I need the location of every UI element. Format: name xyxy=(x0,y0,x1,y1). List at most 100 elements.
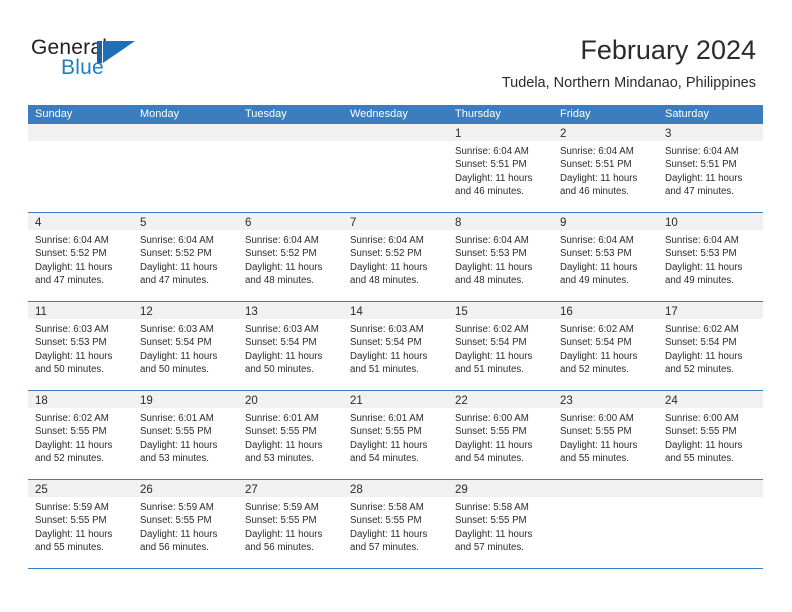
calendar-day-cell[interactable]: 12 Sunrise: 6:03 AM Sunset: 5:54 PM Dayligh… xyxy=(133,302,238,390)
sunrise-text: Sunrise: 6:03 AM xyxy=(35,324,109,335)
calendar-day-cell-empty xyxy=(343,124,448,212)
day-detail-body: Sunrise: 5:59 AM Sunset: 5:55 PM Daylight:… xyxy=(133,497,238,555)
day-detail-body: Sunrise: 6:04 AM Sunset: 5:51 PM Daylight:… xyxy=(553,141,658,199)
sunrise-text: Sunrise: 6:02 AM xyxy=(560,324,634,335)
day-number-band: 10 xyxy=(658,213,763,230)
daylight-text-cont: and 47 minutes. xyxy=(140,275,209,287)
day-number-band: 3 xyxy=(658,124,763,141)
brand-logo[interactable]: General Blue xyxy=(31,36,211,82)
daylight-text-cont: and 54 minutes. xyxy=(350,453,419,465)
day-detail-body: Sunrise: 6:04 AM Sunset: 5:51 PM Daylight:… xyxy=(658,141,763,199)
day-number-band: 24 xyxy=(658,391,763,408)
calendar-day-cell[interactable]: 5 Sunrise: 6:04 AM Sunset: 5:52 PM Daylight… xyxy=(133,213,238,301)
sunrise-text: Sunrise: 5:59 AM xyxy=(140,502,214,513)
daylight-text-cont: and 52 minutes. xyxy=(35,453,104,465)
calendar-day-cell-empty xyxy=(238,124,343,212)
sunset-text: Sunset: 5:55 PM xyxy=(245,426,317,438)
day-number: 9 xyxy=(560,217,567,229)
calendar-day-cell[interactable]: 6 Sunrise: 6:04 AM Sunset: 5:52 PM Daylight… xyxy=(238,213,343,301)
day-detail-body: Sunrise: 6:04 AM Sunset: 5:53 PM Daylight:… xyxy=(658,230,763,288)
day-number-band: 14 xyxy=(343,302,448,319)
calendar-day-cell[interactable]: 13 Sunrise: 6:03 AM Sunset: 5:54 PM Dayligh… xyxy=(238,302,343,390)
daylight-text: Daylight: 11 hours xyxy=(245,528,323,540)
day-detail-body xyxy=(343,141,448,145)
sunset-text: Sunset: 5:55 PM xyxy=(455,515,527,527)
calendar-day-cell[interactable]: 1 Sunrise: 6:04 AM Sunset: 5:51 PM Daylight… xyxy=(448,124,553,212)
daylight-text-cont: and 48 minutes. xyxy=(245,275,314,287)
day-number: 29 xyxy=(455,484,468,496)
day-detail-body: Sunrise: 5:59 AM Sunset: 5:55 PM Daylight:… xyxy=(238,497,343,555)
daylight-text: Daylight: 11 hours xyxy=(455,172,533,184)
day-detail-body: Sunrise: 5:59 AM Sunset: 5:55 PM Daylight:… xyxy=(28,497,133,555)
day-detail-body: Sunrise: 6:02 AM Sunset: 5:54 PM Daylight:… xyxy=(658,319,763,377)
daylight-text-cont: and 53 minutes. xyxy=(140,453,209,465)
calendar-day-cell[interactable]: 11 Sunrise: 6:03 AM Sunset: 5:53 PM Dayligh… xyxy=(28,302,133,390)
calendar-day-cell[interactable]: 8 Sunrise: 6:04 AM Sunset: 5:53 PM Daylight… xyxy=(448,213,553,301)
calendar-day-cell[interactable]: 2 Sunrise: 6:04 AM Sunset: 5:51 PM Daylight… xyxy=(553,124,658,212)
daylight-text-cont: and 46 minutes. xyxy=(560,186,629,198)
day-number-band: 21 xyxy=(343,391,448,408)
brand-word-blue: Blue xyxy=(61,56,104,79)
day-number: 15 xyxy=(455,306,468,318)
calendar-day-cell[interactable]: 28 Sunrise: 5:58 AM Sunset: 5:55 PM Dayligh… xyxy=(343,480,448,568)
calendar-day-cell[interactable]: 14 Sunrise: 6:03 AM Sunset: 5:54 PM Dayligh… xyxy=(343,302,448,390)
sunset-text: Sunset: 5:55 PM xyxy=(665,426,737,438)
calendar-day-cell[interactable]: 24 Sunrise: 6:00 AM Sunset: 5:55 PM Dayligh… xyxy=(658,391,763,479)
calendar-day-cell[interactable]: 15 Sunrise: 6:02 AM Sunset: 5:54 PM Dayligh… xyxy=(448,302,553,390)
calendar-day-cell[interactable]: 29 Sunrise: 5:58 AM Sunset: 5:55 PM Dayligh… xyxy=(448,480,553,568)
day-number-band: 15 xyxy=(448,302,553,319)
day-number-band xyxy=(658,480,763,497)
calendar-day-cell[interactable]: 4 Sunrise: 6:04 AM Sunset: 5:52 PM Daylight… xyxy=(28,213,133,301)
daylight-text-cont: and 53 minutes. xyxy=(245,453,314,465)
sunrise-text: Sunrise: 5:59 AM xyxy=(245,502,319,513)
day-number-band: 22 xyxy=(448,391,553,408)
day-number-band: 7 xyxy=(343,213,448,230)
day-number: 20 xyxy=(245,395,258,407)
calendar-day-cell[interactable]: 16 Sunrise: 6:02 AM Sunset: 5:54 PM Dayligh… xyxy=(553,302,658,390)
calendar-day-cell[interactable]: 26 Sunrise: 5:59 AM Sunset: 5:55 PM Dayligh… xyxy=(133,480,238,568)
calendar-day-cell[interactable]: 3 Sunrise: 6:04 AM Sunset: 5:51 PM Daylight… xyxy=(658,124,763,212)
daylight-text-cont: and 55 minutes. xyxy=(35,542,104,554)
calendar-day-cell-empty xyxy=(658,480,763,568)
sunrise-text: Sunrise: 6:04 AM xyxy=(350,235,424,246)
calendar-day-cell[interactable]: 18 Sunrise: 6:02 AM Sunset: 5:55 PM Dayligh… xyxy=(28,391,133,479)
sunset-text: Sunset: 5:55 PM xyxy=(560,426,632,438)
daylight-text: Daylight: 11 hours xyxy=(35,350,113,362)
calendar-day-cell[interactable]: 9 Sunrise: 6:04 AM Sunset: 5:53 PM Daylight… xyxy=(553,213,658,301)
day-number-band xyxy=(133,124,238,141)
calendar-day-cell[interactable]: 20 Sunrise: 6:01 AM Sunset: 5:55 PM Dayligh… xyxy=(238,391,343,479)
day-detail-body: Sunrise: 6:03 AM Sunset: 5:54 PM Daylight:… xyxy=(238,319,343,377)
daylight-text-cont: and 54 minutes. xyxy=(455,453,524,465)
calendar-day-cell[interactable]: 10 Sunrise: 6:04 AM Sunset: 5:53 PM Dayligh… xyxy=(658,213,763,301)
calendar-page: General Blue February 2024 Tudela, North… xyxy=(0,0,792,612)
weekday-header-friday: Friday xyxy=(560,108,591,120)
day-number: 28 xyxy=(350,484,363,496)
day-number: 3 xyxy=(665,128,672,140)
sunrise-text: Sunrise: 6:04 AM xyxy=(665,146,739,157)
day-number-band: 9 xyxy=(553,213,658,230)
day-detail-body xyxy=(658,497,763,501)
calendar-day-cell[interactable]: 27 Sunrise: 5:59 AM Sunset: 5:55 PM Dayligh… xyxy=(238,480,343,568)
daylight-text-cont: and 51 minutes. xyxy=(455,364,524,376)
calendar-day-cell[interactable]: 19 Sunrise: 6:01 AM Sunset: 5:55 PM Dayligh… xyxy=(133,391,238,479)
sunrise-text: Sunrise: 6:00 AM xyxy=(560,413,634,424)
daylight-text-cont: and 48 minutes. xyxy=(350,275,419,287)
daylight-text: Daylight: 11 hours xyxy=(35,528,113,540)
sunrise-text: Sunrise: 6:03 AM xyxy=(350,324,424,335)
calendar-day-cell[interactable]: 25 Sunrise: 5:59 AM Sunset: 5:55 PM Dayligh… xyxy=(28,480,133,568)
calendar-day-cell[interactable]: 7 Sunrise: 6:04 AM Sunset: 5:52 PM Daylight… xyxy=(343,213,448,301)
day-number: 27 xyxy=(245,484,258,496)
sunrise-text: Sunrise: 6:02 AM xyxy=(35,413,109,424)
day-number-band: 11 xyxy=(28,302,133,319)
daylight-text-cont: and 47 minutes. xyxy=(35,275,104,287)
calendar-day-cell[interactable]: 17 Sunrise: 6:02 AM Sunset: 5:54 PM Dayligh… xyxy=(658,302,763,390)
calendar-day-cell[interactable]: 23 Sunrise: 6:00 AM Sunset: 5:55 PM Dayligh… xyxy=(553,391,658,479)
page-title: February 2024 xyxy=(580,35,756,65)
day-detail-body xyxy=(238,141,343,145)
daylight-text: Daylight: 11 hours xyxy=(245,350,323,362)
calendar-day-cell[interactable]: 21 Sunrise: 6:01 AM Sunset: 5:55 PM Dayligh… xyxy=(343,391,448,479)
calendar-day-cell[interactable]: 22 Sunrise: 6:00 AM Sunset: 5:55 PM Dayligh… xyxy=(448,391,553,479)
day-number: 13 xyxy=(245,306,258,318)
daylight-text: Daylight: 11 hours xyxy=(35,439,113,451)
day-detail-body: Sunrise: 6:04 AM Sunset: 5:51 PM Daylight:… xyxy=(448,141,553,199)
